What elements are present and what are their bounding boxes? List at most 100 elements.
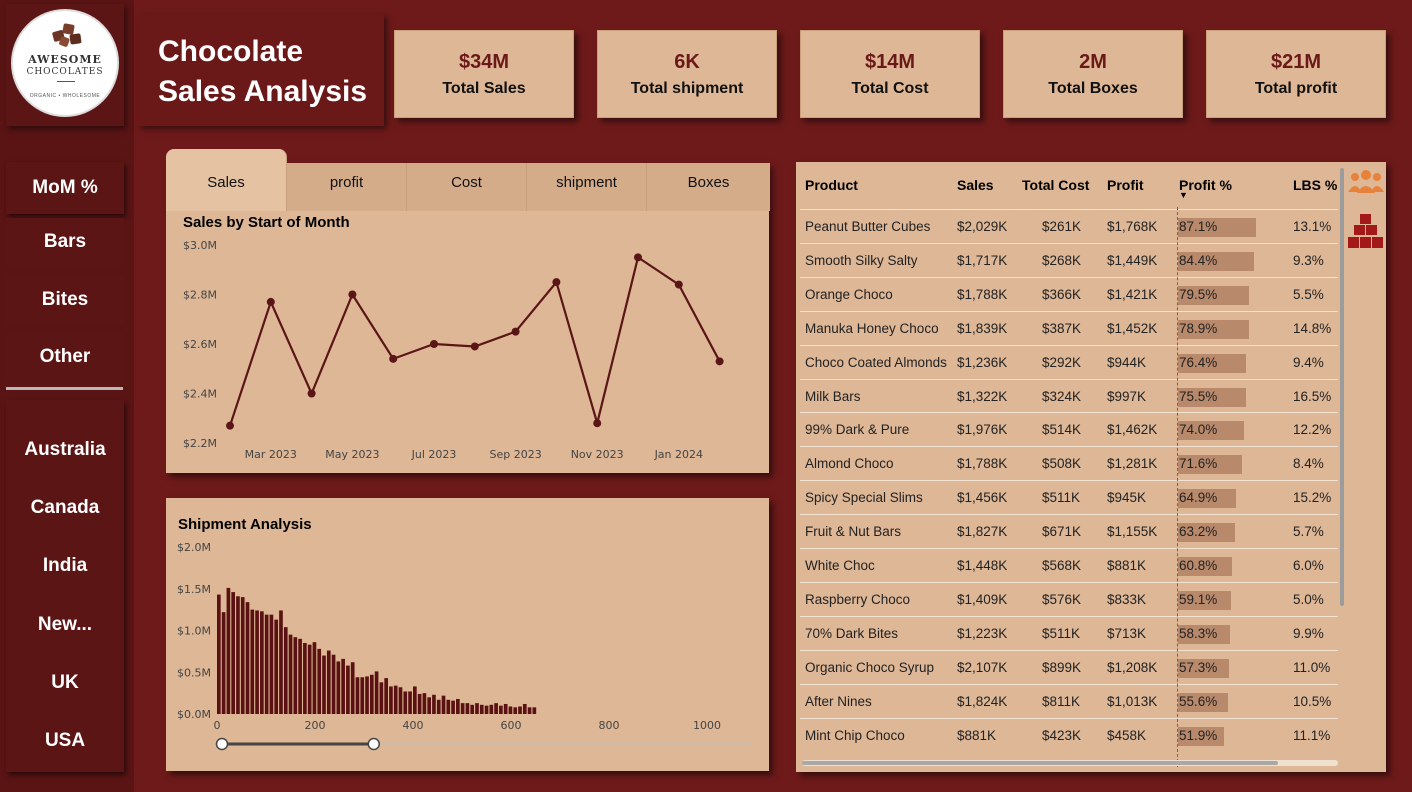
shipment-bar[interactable] xyxy=(374,671,379,714)
category-button-other[interactable]: Other xyxy=(6,332,124,382)
shipment-bar[interactable] xyxy=(422,693,427,714)
shipment-bar[interactable] xyxy=(240,597,245,714)
country-item-uk[interactable]: UK xyxy=(6,658,124,708)
sales-point[interactable] xyxy=(674,280,683,289)
sales-point[interactable] xyxy=(470,342,479,351)
tab-sales[interactable]: Sales xyxy=(166,149,287,211)
shipment-bar[interactable] xyxy=(322,655,326,714)
shipment-bar[interactable] xyxy=(379,682,384,714)
table-row[interactable]: Mint Chip Choco $881K $423K $458K 51.9% 11.1% xyxy=(800,717,1338,752)
table-row[interactable]: 70% Dark Bites $1,223K $511K $713K 58.3% 9.9% xyxy=(800,615,1338,650)
column-header-lbs-pct[interactable]: LBS % xyxy=(1293,177,1337,193)
shipment-bar[interactable] xyxy=(408,691,412,714)
column-header-product[interactable]: Product xyxy=(805,177,858,193)
shipment-bar[interactable] xyxy=(360,677,365,714)
sales-point[interactable] xyxy=(266,297,275,306)
shipment-bar[interactable] xyxy=(460,703,465,714)
shipment-bar[interactable] xyxy=(499,705,503,714)
shipment-bar[interactable] xyxy=(331,654,336,714)
shipment-bar[interactable] xyxy=(403,691,408,714)
table-row[interactable]: Peanut Butter Cubes $2,029K $261K $1,768K 87… xyxy=(800,209,1338,243)
country-item-canada[interactable]: Canada xyxy=(6,483,124,533)
shipment-bar[interactable] xyxy=(274,619,279,714)
shipment-bar[interactable] xyxy=(417,693,422,714)
shipment-bar[interactable] xyxy=(283,627,288,714)
shipment-bar[interactable] xyxy=(369,674,374,714)
country-item-new[interactable]: New... xyxy=(6,600,124,650)
shipment-bar[interactable] xyxy=(341,658,345,714)
table-row[interactable]: Fruit & Nut Bars $1,827K $671K $1,155K 63.2%… xyxy=(800,514,1338,548)
shipment-bar[interactable] xyxy=(465,703,470,714)
table-vertical-scrollbar[interactable] xyxy=(1340,168,1344,606)
shipment-bar[interactable] xyxy=(508,706,513,714)
shipment-bar[interactable] xyxy=(365,676,369,714)
shipment-bar[interactable] xyxy=(451,700,455,714)
table-row[interactable]: Spicy Special Slims $1,456K $511K $945K 64.9… xyxy=(800,480,1338,514)
table-horizontal-scrollbar[interactable] xyxy=(802,761,1278,765)
table-row[interactable]: Raspberry Choco $1,409K $576K $833K 59.1% 5.0… xyxy=(800,581,1338,616)
sales-point[interactable] xyxy=(348,290,357,299)
tab-cost[interactable]: Cost xyxy=(407,163,527,211)
shipment-bar[interactable] xyxy=(393,685,398,714)
shipment-bar[interactable] xyxy=(389,686,393,714)
table-row[interactable]: Orange Choco $1,788K $366K $1,421K 79.5% 5.5% xyxy=(800,276,1338,311)
range-slider-handle-end[interactable] xyxy=(367,737,381,751)
shipment-bar[interactable] xyxy=(255,610,259,714)
shipment-bar[interactable] xyxy=(494,703,498,714)
shipment-bar[interactable] xyxy=(441,695,446,714)
shipment-bar[interactable] xyxy=(269,614,274,714)
shipment-bar[interactable] xyxy=(288,634,293,714)
table-row[interactable]: Milk Bars $1,322K $324K $997K 75.5% 16.5% xyxy=(800,378,1338,413)
shipment-bar[interactable] xyxy=(245,602,250,714)
shipment-bar[interactable] xyxy=(231,592,236,714)
shipment-bar[interactable] xyxy=(264,614,269,714)
shipment-bar[interactable] xyxy=(527,707,532,714)
table-row[interactable]: White Choc $1,448K $568K $881K 60.8% 6.0% xyxy=(800,548,1338,582)
shipment-bar[interactable] xyxy=(503,703,508,714)
table-row[interactable]: Almond Choco $1,788K $508K $1,281K 71.6% 8.4% xyxy=(800,446,1338,480)
column-header-total-cost[interactable]: Total Cost xyxy=(1022,177,1089,193)
shipment-bar[interactable] xyxy=(427,697,432,714)
column-header-profit[interactable]: Profit xyxy=(1107,177,1144,193)
country-item-india[interactable]: India xyxy=(6,541,124,591)
shipment-bar[interactable] xyxy=(307,644,312,714)
table-row[interactable]: Manuka Honey Choco $1,839K $387K $1,452K 78.… xyxy=(800,310,1338,345)
shipment-bar[interactable] xyxy=(475,703,479,714)
sales-point[interactable] xyxy=(307,389,316,398)
shipment-bar[interactable] xyxy=(346,665,350,714)
sales-point[interactable] xyxy=(552,278,561,287)
shipment-bar[interactable] xyxy=(279,610,283,714)
table-row[interactable]: Organic Choco Syrup $2,107K $899K $1,208K 57… xyxy=(800,649,1338,684)
sales-point[interactable] xyxy=(634,253,642,262)
shipment-bar[interactable] xyxy=(436,699,441,714)
sales-point[interactable] xyxy=(715,357,724,366)
shipment-bar[interactable] xyxy=(513,707,518,714)
shipment-bar[interactable] xyxy=(336,661,341,714)
shipment-bar[interactable] xyxy=(456,698,460,714)
boxes-icon[interactable] xyxy=(1347,212,1385,250)
shipment-bar[interactable] xyxy=(221,612,226,714)
shipment-bar[interactable] xyxy=(226,587,231,714)
tab-shipment[interactable]: shipment xyxy=(527,163,647,211)
sales-point[interactable] xyxy=(511,327,520,336)
shipment-bar[interactable] xyxy=(236,596,240,714)
table-row[interactable]: 99% Dark & Pure $1,976K $514K $1,462K 74.0% 1… xyxy=(800,412,1338,446)
shipment-bar[interactable] xyxy=(260,611,264,714)
shipment-bar[interactable] xyxy=(413,686,417,714)
shipment-bar[interactable] xyxy=(293,637,298,714)
shipment-bar[interactable] xyxy=(317,648,322,714)
shipment-bar[interactable] xyxy=(518,706,522,714)
country-item-usa[interactable]: USA xyxy=(6,716,124,766)
shipment-bar[interactable] xyxy=(489,704,494,714)
category-button-bites[interactable]: Bites xyxy=(6,275,124,325)
sales-point[interactable] xyxy=(226,421,234,430)
table-row[interactable]: Smooth Silky Salty $1,717K $268K $1,449K 84.… xyxy=(800,242,1338,277)
category-button-bars[interactable]: Bars xyxy=(6,218,124,266)
table-row[interactable]: Choco Coated Almonds $1,236K $292K $944K 76.… xyxy=(800,344,1338,379)
shipment-bar[interactable] xyxy=(522,703,527,714)
shipment-bar[interactable] xyxy=(355,677,360,714)
shipment-bar[interactable] xyxy=(484,705,489,714)
shipment-bar[interactable] xyxy=(217,594,221,714)
shipment-bar[interactable] xyxy=(479,704,484,714)
column-header-sales[interactable]: Sales xyxy=(957,177,994,193)
